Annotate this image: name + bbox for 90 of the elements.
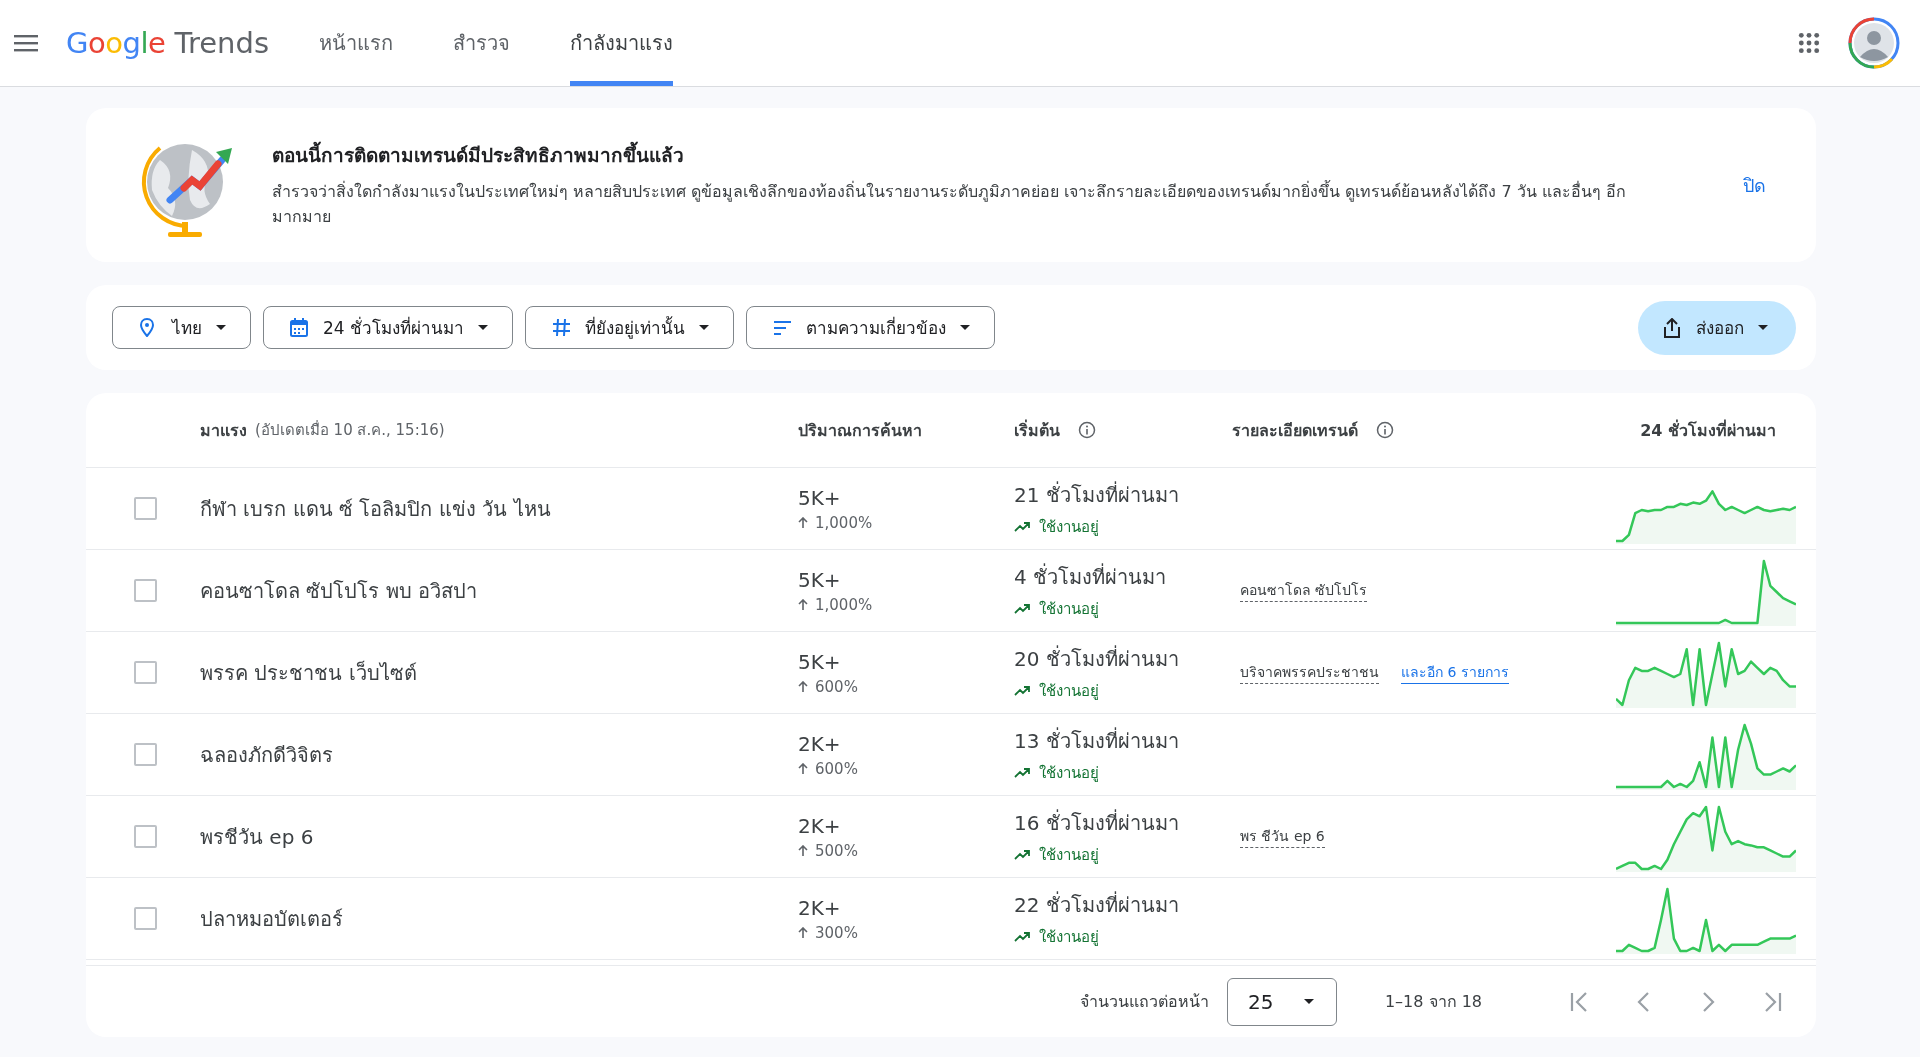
percent-increase: 300% [815, 923, 858, 942]
start-time: 21 ชั่วโมงที่ผ่านมา [1014, 480, 1180, 509]
caret-icon [1758, 325, 1768, 330]
share-icon [1662, 317, 1682, 338]
checkbox[interactable] [133, 497, 157, 520]
search-volume: 2K+ [798, 731, 842, 756]
menu-icon[interactable] [14, 34, 38, 52]
status-label: ใช้งานอยู่ [1039, 844, 1099, 866]
trend-term[interactable]: พรรค ประชาชน เว็บไซต์ [200, 660, 417, 685]
caret-icon [960, 325, 971, 330]
filter-dropdown[interactable]: ไทย [112, 306, 251, 349]
first-page-icon[interactable] [1570, 990, 1590, 1013]
status-label: ใช้งานอยู่ [1039, 762, 1099, 784]
last-page-icon[interactable] [1762, 990, 1782, 1013]
arrow-up-icon [798, 926, 808, 939]
caret-icon [699, 325, 710, 330]
arrow-up-icon [798, 762, 808, 775]
trending-up-icon [1014, 684, 1031, 697]
start-time: 4 ชั่วโมงที่ผ่านมา [1014, 562, 1168, 591]
more-terms-link[interactable]: และอีก 6 รายการ [1401, 661, 1509, 684]
arrow-up-icon [798, 598, 808, 611]
start-time: 22 ชั่วโมงที่ผ่านมา [1014, 890, 1180, 919]
page-range: 1–18 จาก 18 [1384, 991, 1482, 1013]
trend-term[interactable]: ปลาหมอบัตเตอร์ [200, 906, 343, 931]
checkbox[interactable] [133, 661, 157, 684]
percent-increase: 600% [815, 677, 858, 696]
status-label: ใช้งานอยู่ [1039, 926, 1099, 948]
column-header: ปริมาณการค้นหา [798, 419, 922, 442]
apps-icon[interactable] [1798, 32, 1820, 54]
percent-increase: 1,000% [815, 513, 873, 532]
avatar[interactable] [1848, 17, 1900, 69]
info-icon[interactable] [1376, 421, 1394, 439]
percent-increase: 600% [815, 759, 858, 778]
related-term-link[interactable]: คอนซาโดล ซัปโปโร [1240, 579, 1368, 602]
search-volume: 5K+ [798, 567, 842, 592]
nav-tab[interactable]: สำรวจ [453, 0, 510, 86]
calendar-icon [290, 318, 309, 337]
start-time: 13 ชั่วโมงที่ผ่านมา [1014, 726, 1180, 755]
start-time: 20 ชั่วโมงที่ผ่านมา [1014, 644, 1180, 673]
status-label: ใช้งานอยู่ [1039, 516, 1099, 538]
nav-tab[interactable]: หน้าแรก [319, 0, 393, 86]
column-header: เริ่มต้น [1014, 418, 1060, 442]
export-button[interactable]: ส่งออก [1638, 300, 1796, 355]
sort-icon [773, 318, 793, 337]
caret-icon [1303, 999, 1314, 1004]
column-header: รายละเอียดเทรนด์ [1232, 419, 1358, 442]
trend-term[interactable]: ฉลองภักดีวิจิตร [200, 742, 333, 767]
status-label: ใช้งานอยู่ [1039, 598, 1099, 620]
trending-up-icon [1014, 520, 1031, 533]
caret-icon [216, 325, 226, 330]
trending-up-icon [1014, 848, 1031, 861]
filter-dropdown[interactable]: 24 ชั่วโมงที่ผ่านมา [263, 306, 514, 349]
related-term-link[interactable]: บริจาคพรรคประชาชน [1240, 661, 1379, 684]
column-header: มาแรง [200, 419, 247, 442]
trending-up-icon [1014, 602, 1031, 615]
rows-per-page-dropdown[interactable]: 25 [1226, 977, 1337, 1026]
rows-per-page-label: จำนวนแถวต่อหน้า [1079, 991, 1209, 1013]
announcement-title: ตอนนี้การติดตามเทรนด์มีประสิทธิภาพมากขึ้นแล้ว [272, 140, 1671, 171]
arrow-up-icon [798, 844, 808, 857]
trend-term[interactable]: พรชีวัน ep 6 [200, 824, 314, 849]
related-term-link[interactable]: พร ชีวัน ep 6 [1240, 825, 1325, 848]
arrow-up-icon [798, 680, 808, 693]
filter-dropdown[interactable]: ตามความเกี่ยวข้อง [746, 306, 996, 349]
start-time: 16 ชั่วโมงที่ผ่านมา [1014, 808, 1180, 837]
percent-increase: 500% [815, 841, 858, 860]
caret-icon [478, 325, 489, 330]
hash-icon [552, 318, 572, 337]
checkbox[interactable] [133, 743, 157, 766]
update-note: (อัปเดตเมื่อ 10 ส.ค., 15:16) [255, 419, 445, 441]
search-volume: 5K+ [798, 485, 842, 510]
trend-term[interactable]: คอนซาโดล ซัปโปโร พบ อวิสปา [200, 578, 478, 603]
checkbox[interactable] [133, 907, 157, 930]
trend-term[interactable]: กีฬา เบรก แดน ซ์ โอลิมปิก แข่ง วัน ไหน [200, 496, 551, 521]
logo[interactable]: Google Trends [66, 26, 269, 60]
filter-dropdown[interactable]: ที่ยังอยู่เท่านั้น [525, 306, 735, 349]
close-link[interactable]: ปิด [1743, 170, 1766, 200]
checkbox[interactable] [133, 579, 157, 602]
arrow-up-icon [798, 516, 808, 529]
trending-up-icon [1014, 766, 1031, 779]
info-icon[interactable] [1078, 421, 1096, 439]
search-volume: 5K+ [798, 649, 842, 674]
search-volume: 2K+ [798, 813, 842, 838]
trending-up-icon [1014, 930, 1031, 943]
search-volume: 2K+ [798, 895, 842, 920]
status-label: ใช้งานอยู่ [1039, 680, 1099, 702]
announcement-text: สำรวจว่าสิ่งใดกำลังมาแรงในประเทศใหม่ๆ หลายสิบประเทศ ดูข้อมูลเชิงลึกของท้องถิ่นในรายงานระดับภูมิภาคย่อย เจาะลึกรายละเอียดของเทรนด์มากยิ่งขึ้น ดูเทรนด์ย้อนหลังได้ถึง 7 วัน และอื่นๆ อีกมากมาย [272, 180, 1627, 228]
checkbox[interactable] [133, 825, 157, 848]
percent-increase: 1,000% [815, 595, 873, 614]
nav-tab[interactable]: กำลังมาแรง [570, 0, 673, 86]
column-header: 24 ชั่วโมงที่ผ่านมา [1640, 418, 1776, 442]
